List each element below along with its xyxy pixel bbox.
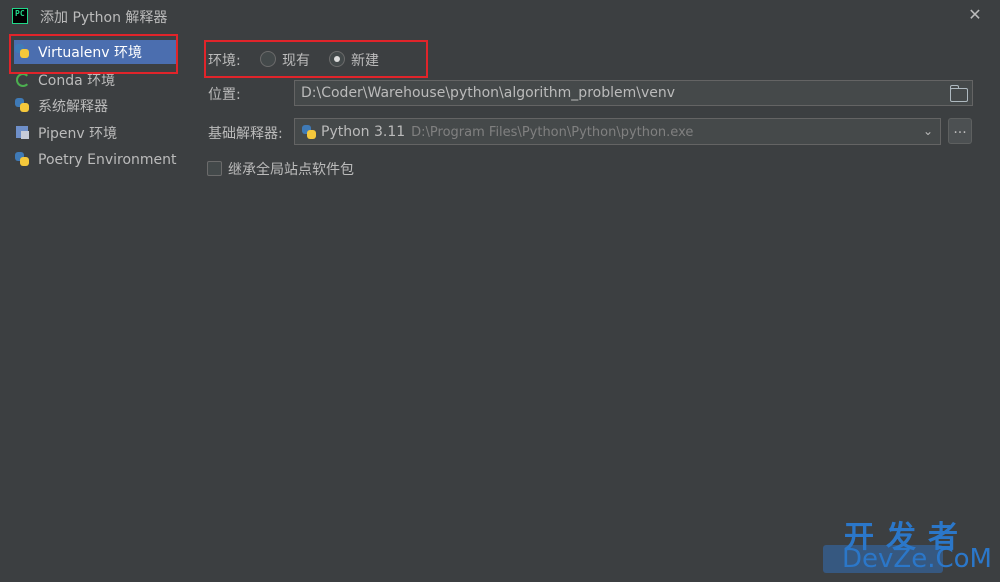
radio-existing-label: 现有 [282, 53, 310, 69]
pipenv-icon [14, 124, 32, 142]
highlight-box-virtualenv [9, 34, 178, 74]
title-bar: PC 添加 Python 解释器 ✕ [0, 0, 1000, 32]
sidebar-item-label: Pipenv 环境 [38, 126, 118, 142]
folder-icon[interactable] [950, 85, 968, 102]
base-interpreter-name: Python 3.11 [321, 124, 406, 140]
window-title: 添加 Python 解释器 [40, 10, 168, 26]
radio-existing[interactable] [260, 51, 276, 67]
base-interpreter-label: 基础解释器: [208, 126, 283, 142]
location-label: 位置: [208, 87, 241, 103]
inherit-packages-checkbox[interactable] [207, 161, 222, 176]
inherit-packages-label: 继承全局站点软件包 [228, 162, 354, 178]
base-interpreter-select[interactable]: Python 3.11 D:\Program Files\Python\Pyth… [294, 118, 941, 145]
radio-new-label: 新建 [351, 53, 379, 69]
radio-new[interactable] [329, 51, 345, 67]
location-input[interactable]: D:\Coder\Warehouse\python\algorithm_prob… [294, 80, 973, 106]
sidebar-item-label: 系统解释器 [38, 99, 108, 115]
pycharm-icon: PC [12, 8, 28, 24]
interpreter-type-list: Virtualenv 环境 Conda 环境 系统解释器 Pipenv 环境 P… [0, 32, 190, 582]
close-icon[interactable]: ✕ [966, 6, 984, 24]
sidebar-item-poetry[interactable]: Poetry Environment [14, 148, 177, 172]
sidebar-item-system[interactable]: 系统解释器 [14, 94, 108, 118]
sidebar-item-label: Poetry Environment [38, 152, 177, 168]
python-icon [14, 151, 32, 169]
python-icon [301, 124, 317, 140]
chevron-down-icon: ⌄ [923, 124, 934, 138]
location-value: D:\Coder\Warehouse\python\algorithm_prob… [301, 85, 676, 101]
environment-label: 环境: [208, 53, 241, 69]
base-interpreter-path: D:\Program Files\Python\Python\python.ex… [411, 124, 694, 140]
python-icon [14, 97, 32, 115]
watermark-en: DevZe.CoM [842, 544, 992, 574]
watermark: 开发者 DevZe.CoM [820, 510, 1000, 582]
browse-button[interactable]: ... [948, 118, 972, 144]
sidebar-item-pipenv[interactable]: Pipenv 环境 [14, 121, 117, 145]
